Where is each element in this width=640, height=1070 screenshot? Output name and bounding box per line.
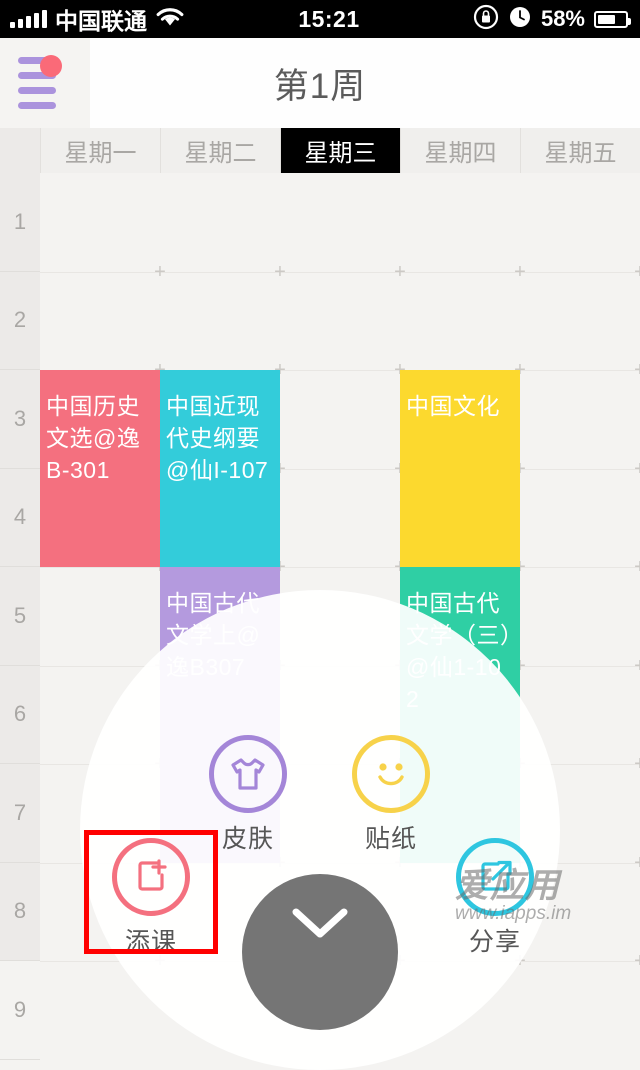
weekday-tab-label: 星期一 xyxy=(64,140,137,167)
weekday-tab-2[interactable]: 星期二 xyxy=(160,128,280,173)
weekday-tab-label: 星期三 xyxy=(304,140,377,167)
status-bar-right: 58% xyxy=(473,4,640,35)
time-slot-9: 9 xyxy=(0,961,40,1060)
page-title: 第1周 xyxy=(273,66,367,106)
share-arrow-icon xyxy=(456,838,534,916)
battery-percent-label: 58% xyxy=(540,6,585,31)
course-block-label: 中国历史文选@逸B-301 xyxy=(46,393,141,483)
action-button-share[interactable]: 分享 xyxy=(430,838,560,958)
menu-bar-4 xyxy=(18,102,56,109)
status-bar-left: 中国联通 xyxy=(0,2,185,36)
tab-bar-spacer xyxy=(0,128,40,173)
course-block[interactable]: 中国历史文选@逸B-301 xyxy=(40,370,160,567)
rotation-lock-icon xyxy=(473,4,499,35)
weekday-tab-bar: 星期一 星期二 星期三 星期四 星期五 xyxy=(0,128,640,173)
carrier-label: 中国联通 xyxy=(55,8,147,34)
app-header: 第1周 xyxy=(0,38,640,128)
course-block-label: 中国近现代史纲要@仙I-107 xyxy=(166,393,269,483)
weekday-tab-3[interactable]: 星期三 xyxy=(280,128,400,173)
tshirt-icon xyxy=(209,735,287,813)
weekday-tab-4[interactable]: 星期四 xyxy=(400,128,520,173)
smiley-face-icon xyxy=(352,735,430,813)
signal-bars-icon xyxy=(10,10,47,28)
add-course-highlight-box xyxy=(84,830,218,954)
weekday-tab-1[interactable]: 星期一 xyxy=(40,128,160,173)
weekday-tab-label: 星期二 xyxy=(184,140,257,167)
battery-icon xyxy=(594,10,631,28)
menu-bar-3 xyxy=(18,87,56,94)
course-block[interactable]: 中国近现代史纲要@仙I-107 xyxy=(160,370,280,567)
chevron-down-icon xyxy=(280,900,360,948)
status-bar: 中国联通 15:21 58% xyxy=(0,0,640,38)
close-action-sheet-button[interactable] xyxy=(242,874,398,1030)
action-label-share: 分享 xyxy=(468,928,521,956)
weekday-tab-label: 星期四 xyxy=(424,140,497,167)
course-block-label: 中国文化 xyxy=(406,393,500,419)
status-bar-time: 15:21 xyxy=(298,5,360,32)
hamburger-menu-icon[interactable] xyxy=(0,38,90,128)
weekday-tab-5[interactable]: 星期五 xyxy=(520,128,640,173)
course-block[interactable]: 中国文化 xyxy=(400,370,520,567)
wifi-icon xyxy=(155,6,185,33)
alarm-clock-icon xyxy=(508,5,532,34)
action-button-sticker[interactable]: 贴纸 xyxy=(326,735,456,855)
weekday-tab-label: 星期五 xyxy=(544,140,617,167)
notification-dot-icon xyxy=(40,55,62,77)
